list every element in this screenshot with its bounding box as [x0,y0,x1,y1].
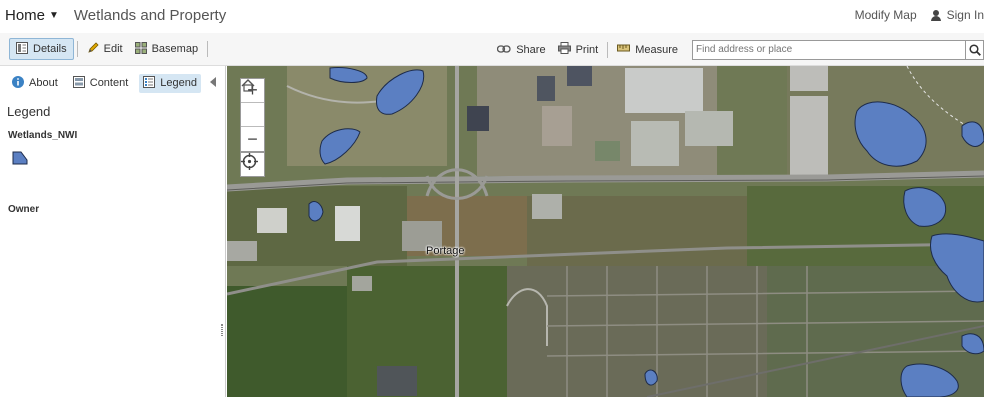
search-input[interactable] [692,39,965,60]
minus-icon: − [247,128,258,149]
sign-in-label: Sign In [946,8,984,22]
home-menu[interactable]: Home ▼ [5,7,59,24]
edit-button[interactable]: Edit [81,38,129,60]
legend-icon [143,75,156,91]
share-label: Share [516,43,546,56]
basemap-button[interactable]: Basemap [129,38,204,60]
tab-content-label: Content [89,77,129,89]
search-icon [968,43,981,56]
ruler-icon [617,42,631,57]
toolbar: Details Edit Basemap Share Print Measure… [0,33,984,66]
satellite-basemap [227,66,984,397]
tab-about-label: About [29,77,58,89]
pencil-icon [87,41,99,57]
info-icon [12,75,24,91]
tab-about[interactable]: About [8,74,62,93]
tab-content[interactable]: Content [69,74,133,93]
zoom-out-button[interactable]: − [241,127,264,151]
tab-legend-label: Legend [160,77,197,89]
toolbar-right: Share Print Measure [491,33,984,66]
user-icon [930,9,941,21]
wetlands-polygon-symbol [12,151,28,165]
toolbar-divider [76,41,78,57]
map-view[interactable]: + − Portage [227,66,984,397]
measure-button[interactable]: Measure [611,39,684,61]
caret-down-icon: ▼ [49,9,59,21]
details-label: Details [33,43,67,55]
top-right-links: Modify Map Sign In [855,0,984,30]
details-panel: About Content Legend Legend Wetlands_NWI… [0,66,226,397]
map-title: Wetlands and Property [73,6,227,24]
zoom-controls: + − [240,78,265,152]
home-extent-button[interactable] [241,79,264,127]
legend-layer-owner: Owner [8,204,40,215]
details-icon [16,41,28,57]
locate-button[interactable] [240,152,265,177]
share-button[interactable]: Share [491,39,551,61]
tab-legend[interactable]: Legend [139,73,201,93]
details-button[interactable]: Details [9,38,74,60]
measure-label: Measure [635,43,678,56]
basemap-label: Basemap [151,43,199,55]
toolbar-divider [207,41,209,57]
search-box [692,39,984,60]
legend-layer-wetlands: Wetlands_NWI [8,130,78,141]
edit-label: Edit [103,43,123,55]
panel-tabs: About Content Legend [0,66,225,100]
basemap-grid-icon [134,41,147,57]
locate-crosshair-icon [241,153,258,170]
toolbar-divider [607,41,609,58]
print-label: Print [575,43,599,56]
print-button[interactable]: Print [552,39,605,61]
sign-in-link[interactable]: Sign In [930,8,984,22]
printer-icon [557,42,571,57]
content-icon [72,75,85,91]
home-label: Home [5,6,46,24]
top-bar: Home ▼ Wetlands and Property Modify Map … [0,0,984,30]
legend-heading: Legend [7,104,51,119]
panel-resize-handle[interactable] [221,324,223,336]
search-button[interactable] [965,39,984,60]
home-icon [241,79,255,92]
map-place-label: Portage [426,245,465,257]
collapse-panel-icon[interactable] [210,77,216,87]
modify-map-link[interactable]: Modify Map [855,8,917,22]
link-icon [497,44,511,56]
